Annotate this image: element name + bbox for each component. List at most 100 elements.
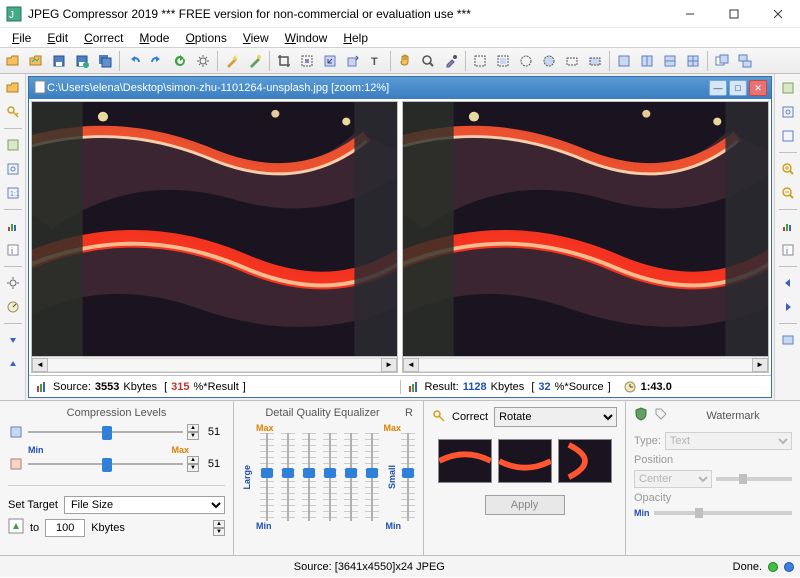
scroll-left-icon[interactable]: ◄	[403, 358, 419, 372]
layout4-icon[interactable]	[682, 50, 704, 72]
wand2-icon[interactable]	[244, 50, 266, 72]
refresh-icon[interactable]	[169, 50, 191, 72]
sidebar-zoomfit-icon[interactable]	[3, 159, 23, 179]
menu-help[interactable]: Help	[335, 29, 376, 47]
sidebar-zoom1-icon[interactable]: 1:1	[3, 183, 23, 203]
target-go-icon[interactable]	[8, 518, 24, 537]
doc-minimize-button[interactable]: —	[709, 80, 727, 96]
wm-tag-icon[interactable]	[654, 407, 668, 424]
target-mode-select[interactable]: File Size	[64, 496, 225, 514]
eq-slider-1[interactable]	[260, 433, 274, 521]
menu-mode[interactable]: Mode	[131, 29, 177, 47]
select-brush2-icon[interactable]	[538, 50, 560, 72]
redo-icon[interactable]	[146, 50, 168, 72]
rside-left-icon[interactable]	[778, 273, 798, 293]
menu-view[interactable]: View	[235, 29, 277, 47]
doc-title-bar[interactable]: C:\Users\elena\Desktop\simon-zhu-1101264…	[29, 77, 771, 99]
rside-thumb-icon[interactable]	[778, 78, 798, 98]
select-rect3-icon[interactable]	[561, 50, 583, 72]
eq-slider-5[interactable]	[344, 433, 358, 521]
result-image[interactable]	[403, 102, 768, 356]
eq-slider-r[interactable]	[401, 433, 415, 521]
eq-slider-4[interactable]	[323, 433, 337, 521]
rside-preview-icon[interactable]	[778, 330, 798, 350]
select-brush-icon[interactable]	[515, 50, 537, 72]
scroll-right-icon[interactable]: ►	[752, 358, 768, 372]
rotate-thumb-2[interactable]	[498, 439, 552, 483]
eyedrop-icon[interactable]	[440, 50, 462, 72]
apply-button[interactable]: Apply	[485, 495, 565, 515]
wand-icon[interactable]	[221, 50, 243, 72]
eq-slider-2[interactable]	[281, 433, 295, 521]
text-icon[interactable]: T	[365, 50, 387, 72]
undo-icon[interactable]	[123, 50, 145, 72]
menu-options[interactable]: Options	[177, 29, 234, 47]
rotate-thumb-3[interactable]	[558, 439, 612, 483]
rside-info-icon[interactable]: i	[778, 240, 798, 260]
maximize-button[interactable]	[712, 0, 756, 28]
close-button[interactable]	[756, 0, 800, 28]
menu-window[interactable]: Window	[277, 29, 336, 47]
win-cascade-icon[interactable]	[734, 50, 756, 72]
layout2-icon[interactable]	[636, 50, 658, 72]
eq-slider-3[interactable]	[302, 433, 316, 521]
sidebar-thumb1-icon[interactable]	[3, 135, 23, 155]
open2-icon[interactable]	[25, 50, 47, 72]
settings-icon[interactable]	[192, 50, 214, 72]
saveas-icon[interactable]	[71, 50, 93, 72]
saveall-icon[interactable]	[94, 50, 116, 72]
target-value-input[interactable]	[45, 519, 85, 537]
select-rect4-icon[interactable]	[584, 50, 606, 72]
correct-key-icon[interactable]	[432, 409, 446, 426]
source-image[interactable]	[32, 102, 397, 356]
sidebar-dial-icon[interactable]	[3, 297, 23, 317]
rside-zoomfit-icon[interactable]	[778, 102, 798, 122]
rside-zoom1-icon[interactable]	[778, 126, 798, 146]
doc-maximize-button[interactable]: □	[729, 80, 747, 96]
sidebar-key-icon[interactable]	[3, 102, 23, 122]
layout1-icon[interactable]	[613, 50, 635, 72]
quality1-icon[interactable]	[8, 424, 24, 440]
sidebar-gear-icon[interactable]	[3, 273, 23, 293]
wm-shield-icon[interactable]	[634, 407, 648, 424]
resize-icon[interactable]	[319, 50, 341, 72]
crop-sel-icon[interactable]	[296, 50, 318, 72]
sidebar-open-icon[interactable]	[3, 78, 23, 98]
menu-correct[interactable]: Correct	[76, 29, 131, 47]
source-hscroll[interactable]: ◄ ►	[32, 356, 397, 372]
quality2-spinner[interactable]: ▲▼	[187, 456, 199, 472]
rside-zoomin-icon[interactable]	[778, 159, 798, 179]
eq-slider-6[interactable]	[365, 433, 379, 521]
result-hscroll[interactable]: ◄ ►	[403, 356, 768, 372]
open-icon[interactable]	[2, 50, 24, 72]
rside-right-icon[interactable]	[778, 297, 798, 317]
rside-zoomout-icon[interactable]	[778, 183, 798, 203]
layout3-icon[interactable]	[659, 50, 681, 72]
quality2-slider[interactable]	[28, 455, 183, 473]
sidebar-info-icon[interactable]: i	[3, 240, 23, 260]
quality2-icon[interactable]	[8, 456, 24, 472]
scroll-left-icon[interactable]: ◄	[32, 358, 48, 372]
sidebar-up-icon[interactable]	[3, 354, 23, 374]
minimize-button[interactable]	[668, 0, 712, 28]
menu-file[interactable]: File	[4, 29, 39, 47]
target-spinner[interactable]: ▲▼	[213, 520, 225, 536]
select-rect-icon[interactable]	[469, 50, 491, 72]
quality1-slider[interactable]	[28, 423, 183, 441]
select-rect2-icon[interactable]	[492, 50, 514, 72]
rotate-icon[interactable]	[342, 50, 364, 72]
doc-close-button[interactable]: ✕	[749, 80, 767, 96]
quality1-spinner[interactable]: ▲▼	[187, 424, 199, 440]
scroll-right-icon[interactable]: ►	[381, 358, 397, 372]
sidebar-hist-icon[interactable]	[3, 216, 23, 236]
menu-edit[interactable]: Edit	[39, 29, 76, 47]
rotate-thumb-1[interactable]	[438, 439, 492, 483]
win-tile-icon[interactable]	[711, 50, 733, 72]
zoom-icon[interactable]	[417, 50, 439, 72]
rside-hist-icon[interactable]	[778, 216, 798, 236]
save-icon[interactable]	[48, 50, 70, 72]
hand-icon[interactable]	[394, 50, 416, 72]
sidebar-down-icon[interactable]	[3, 330, 23, 350]
crop-icon[interactable]	[273, 50, 295, 72]
correct-mode-select[interactable]: Rotate	[494, 407, 617, 427]
